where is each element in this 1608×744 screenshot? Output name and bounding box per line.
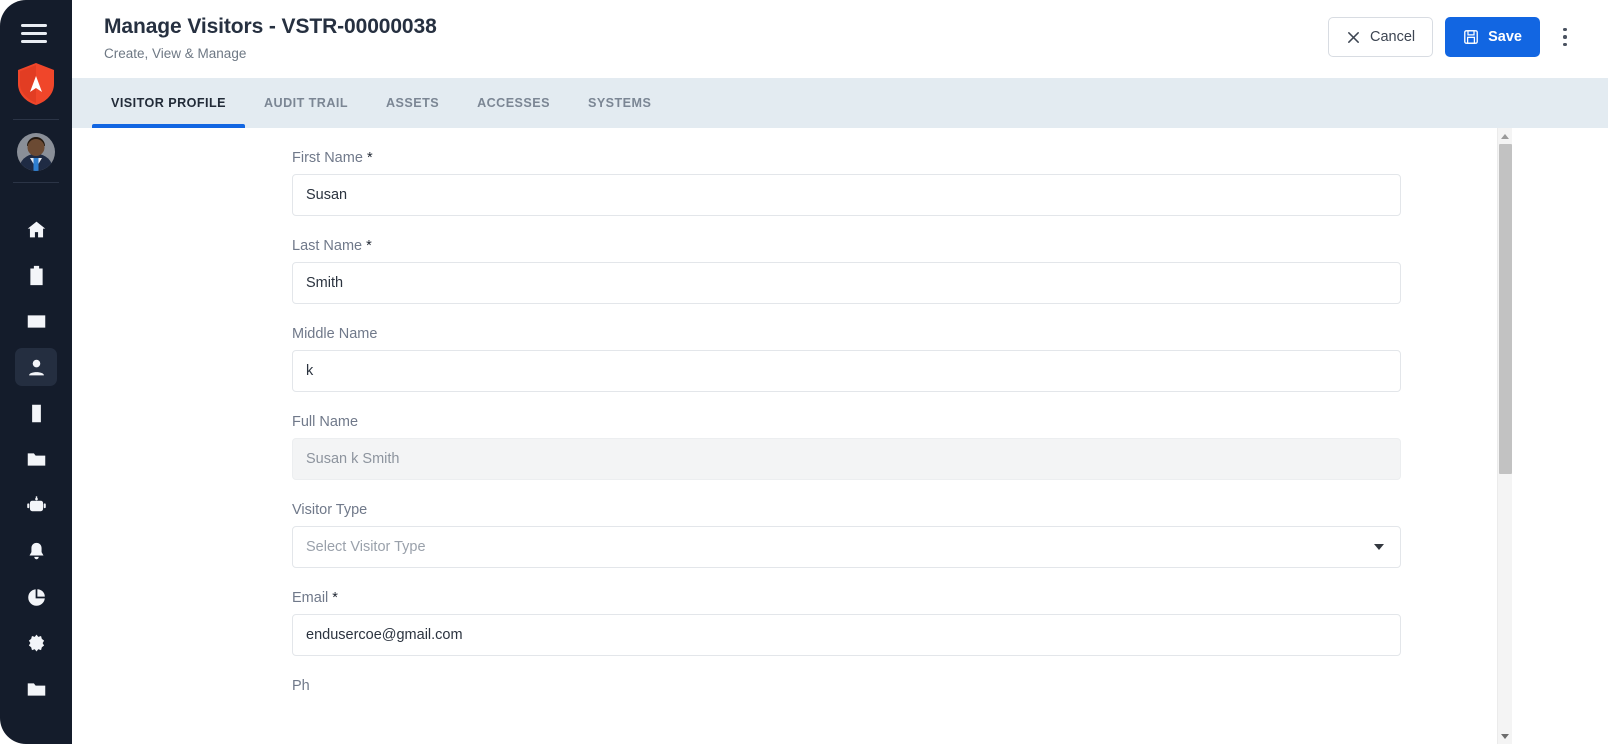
field-visitor-type: Visitor Type Select Visitor Type [292, 502, 1401, 568]
badge-icon [29, 265, 43, 285]
tab-label: SYSTEMS [587, 96, 652, 110]
sidebar-divider [13, 119, 59, 120]
tab-systems[interactable]: SYSTEMS [569, 78, 670, 128]
menu-toggle-icon[interactable] [21, 18, 51, 48]
sidebar-item-folder[interactable] [15, 440, 57, 478]
scroll-down-arrow-icon[interactable] [1498, 728, 1513, 744]
app-window: Manage Visitors - VSTR-00000038 Create, … [0, 0, 1608, 744]
save-disk-icon [1464, 30, 1479, 44]
field-phone: Ph [292, 678, 1401, 694]
field-last-name: Last Name * Smith [292, 238, 1401, 304]
header-titles: Manage Visitors - VSTR-00000038 Create, … [104, 13, 437, 61]
form-content: First Name * Susan Last Name * Smith Mid… [72, 128, 1608, 744]
tab-label: ASSETS [385, 96, 440, 110]
scrollbar-thumb[interactable] [1498, 144, 1512, 474]
cancel-button-label: Cancel [1369, 29, 1416, 45]
input-value: Susan k Smith [306, 451, 400, 467]
tab-label: AUDIT TRAIL [263, 96, 348, 110]
label-text: Email [292, 590, 329, 606]
visitor-profile-form: First Name * Susan Last Name * Smith Mid… [72, 150, 1497, 694]
full-name-input: Susan k Smith [292, 438, 1401, 480]
full-name-label: Full Name [292, 414, 359, 430]
mobile-icon [31, 404, 41, 422]
input-value: Smith [306, 275, 344, 291]
last-name-input[interactable]: Smith [292, 262, 1401, 304]
id-card-icon [27, 314, 45, 328]
email-input[interactable]: endusercoe@gmail.com [292, 614, 1401, 656]
folder-icon [27, 452, 45, 466]
page-header: Manage Visitors - VSTR-00000038 Create, … [72, 0, 1608, 78]
save-button-label: Save [1488, 29, 1522, 45]
label-text: First Name [292, 150, 363, 166]
sidebar-item-id-card[interactable] [15, 302, 57, 340]
field-full-name: Full Name Susan k Smith [292, 414, 1401, 480]
gear-icon [28, 634, 44, 652]
required-marker: * [332, 590, 338, 606]
page-subtitle: Create, View & Manage [104, 46, 247, 62]
tab-bar: VISITOR PROFILE AUDIT TRAIL ASSETS ACCES… [72, 78, 1608, 128]
close-icon [1348, 31, 1359, 43]
first-name-input[interactable]: Susan [292, 174, 1401, 216]
input-value: Susan [306, 187, 348, 203]
sidebar [0, 0, 72, 744]
sidebar-item-reports[interactable] [15, 578, 57, 616]
scroll-up-arrow-icon[interactable] [1498, 128, 1513, 144]
form-scroll-region: First Name * Susan Last Name * Smith Mid… [72, 128, 1497, 744]
main-area: Manage Visitors - VSTR-00000038 Create, … [72, 0, 1608, 744]
tab-label: VISITOR PROFILE [111, 96, 226, 110]
select-placeholder: Select Visitor Type [306, 539, 426, 555]
scrollbar-track[interactable] [1498, 144, 1513, 728]
sidebar-item-notifications[interactable] [15, 532, 57, 570]
visitor-type-select[interactable]: Select Visitor Type [292, 526, 1401, 568]
label-text: Last Name [292, 238, 363, 254]
form-scrollbar[interactable] [1497, 128, 1512, 744]
shield-logo-icon [16, 62, 56, 106]
bell-icon [29, 542, 43, 559]
input-value: endusercoe@gmail.com [306, 627, 463, 643]
input-value: k [306, 363, 314, 379]
header-actions: Cancel Save [1327, 13, 1582, 57]
more-options-icon[interactable] [1548, 17, 1582, 57]
user-avatar[interactable] [17, 133, 55, 171]
page-title: Manage Visitors - VSTR-00000038 [104, 15, 437, 38]
sidebar-item-mobile[interactable] [15, 394, 57, 432]
save-button[interactable]: Save [1445, 17, 1540, 57]
sidebar-nav [0, 210, 72, 708]
sidebar-item-home[interactable] [15, 210, 57, 248]
middle-name-input[interactable]: k [292, 350, 1401, 392]
first-name-label: First Name * [292, 150, 1401, 166]
sidebar-divider [13, 182, 59, 183]
sidebar-item-robot[interactable] [15, 486, 57, 524]
middle-name-label: Middle Name [292, 326, 378, 342]
tab-visitor-profile[interactable]: VISITOR PROFILE [92, 78, 245, 128]
robot-icon [26, 495, 46, 511]
visitor-type-label: Visitor Type [292, 502, 368, 518]
tab-assets[interactable]: ASSETS [367, 78, 458, 128]
required-marker: * [366, 238, 372, 254]
home-icon [27, 221, 45, 237]
person-icon [28, 359, 44, 375]
pie-chart-icon [27, 588, 45, 606]
email-label: Email * [292, 590, 1401, 606]
phone-label: Ph [292, 678, 310, 694]
tab-audit-trail[interactable]: AUDIT TRAIL [245, 78, 367, 128]
required-marker: * [366, 150, 373, 166]
sidebar-item-badge[interactable] [15, 256, 57, 294]
tab-accesses[interactable]: ACCESSES [458, 78, 569, 128]
field-first-name: First Name * Susan [292, 150, 1401, 216]
field-middle-name: Middle Name k [292, 326, 1401, 392]
sidebar-item-settings[interactable] [15, 624, 57, 662]
chevron-down-icon [1374, 544, 1384, 550]
sidebar-item-documents[interactable] [15, 670, 57, 708]
tab-label: ACCESSES [477, 96, 550, 110]
sidebar-item-visitors[interactable] [15, 348, 57, 386]
last-name-label: Last Name * [292, 238, 1401, 254]
folder-icon [27, 682, 45, 696]
cancel-button[interactable]: Cancel [1327, 17, 1434, 57]
field-email: Email * endusercoe@gmail.com [292, 590, 1401, 656]
